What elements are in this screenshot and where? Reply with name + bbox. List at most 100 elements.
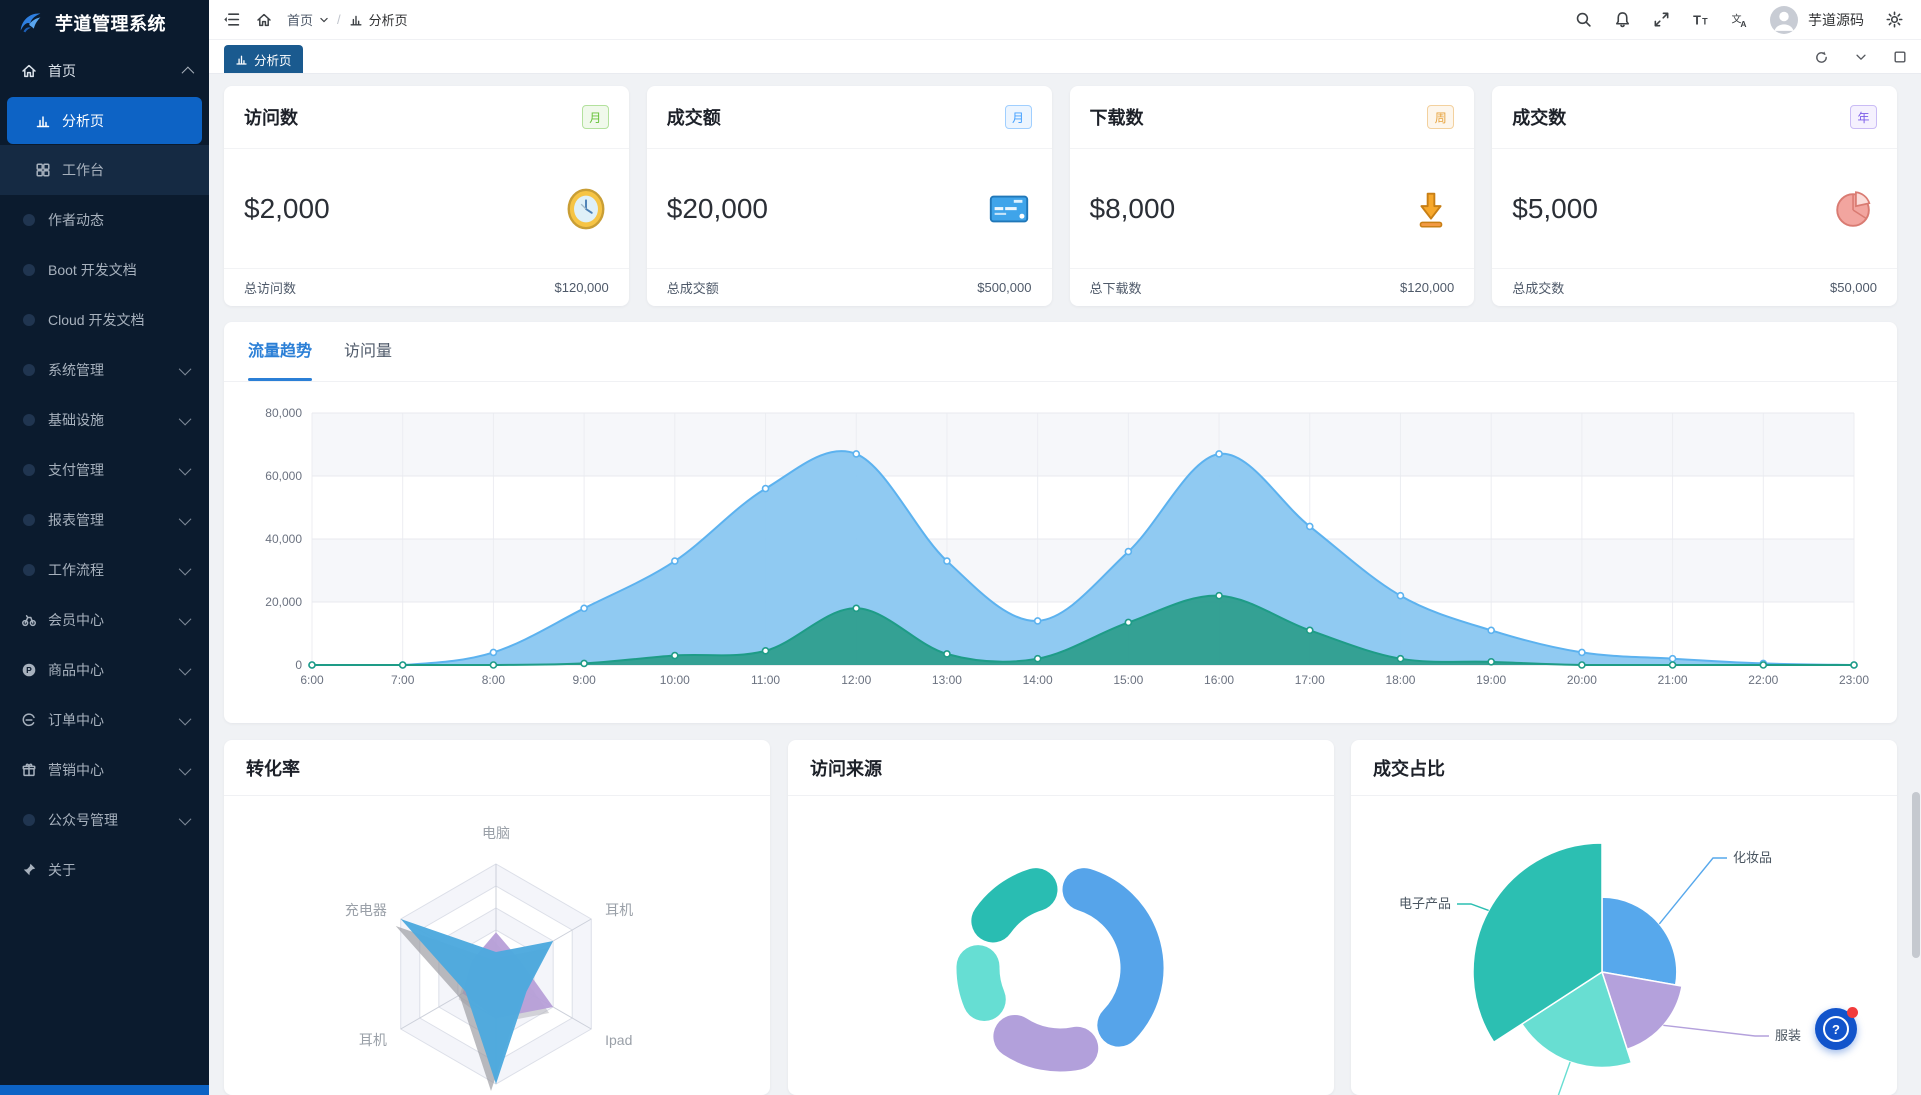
traffic-trend-card: 流量趋势 访问量 80,00060,00040,00020,00006:007:… <box>224 322 1897 723</box>
stat-card-footer-label: 总访问数 <box>244 278 296 297</box>
svg-text:电脑: 电脑 <box>482 825 510 841</box>
sidebar-item-label: Boot 开发文档 <box>48 260 137 280</box>
sidebar-menu: 首页分析页工作台作者动态 Boot 开发文档 Cloud 开发文档系统管理基础设施支… <box>0 46 209 895</box>
sidebar-item-label: 首页 <box>48 61 76 81</box>
sidebar-item-Boot 开发文档[interactable]: Boot 开发文档 <box>0 245 209 295</box>
period-badge: 月 <box>1005 105 1032 129</box>
breadcrumb-current[interactable]: 分析页 <box>369 10 408 29</box>
breadcrumb-home[interactable]: 首页 <box>287 10 313 29</box>
svg-text:充电器: 充电器 <box>345 902 387 918</box>
stat-card-footer-value: $120,000 <box>1400 280 1454 295</box>
period-badge: 月 <box>582 105 609 129</box>
sidebar-item-报表管理[interactable]: 报表管理 <box>0 495 209 545</box>
chevron-down-icon <box>179 812 192 825</box>
tab-visit-volume[interactable]: 访问量 <box>344 322 392 381</box>
chevron-up-icon <box>182 66 195 79</box>
chevron-down-icon <box>179 762 192 775</box>
sidebar-item-Cloud 开发文档[interactable]: Cloud 开发文档 <box>0 295 209 345</box>
sidebar-item-订单中心[interactable]: 订单中心 <box>0 695 209 745</box>
sidebar-collapse-bar[interactable] <box>0 1085 209 1095</box>
visit-source-donut-chart[interactable] <box>788 796 1334 1095</box>
chevron-down-icon <box>179 412 192 425</box>
open-tab-analysis[interactable]: 分析页 <box>224 45 303 73</box>
sidebar-item-基础设施[interactable]: 基础设施 <box>0 395 209 445</box>
notification-dot <box>1847 1007 1858 1018</box>
download-icon <box>1408 186 1454 232</box>
period-badge: 年 <box>1850 105 1877 129</box>
question-mark-icon: ? <box>1823 1016 1849 1042</box>
svg-text:23:00: 23:00 <box>1839 673 1869 687</box>
svg-text:服装: 服装 <box>1775 1028 1801 1043</box>
stat-cards-row: 访问数月$2,000总访问数$120,000成交额月$20,000总成交额$50… <box>224 86 1897 306</box>
topbar-right: TT 文A 芋道源码 <box>1575 6 1921 34</box>
menu-fold-icon[interactable] <box>223 11 240 28</box>
sidebar-item-label: 分析页 <box>62 111 104 131</box>
member-icon <box>20 611 38 629</box>
sidebar-item-系统管理[interactable]: 系统管理 <box>0 345 209 395</box>
stat-card-footer-label: 总成交数 <box>1512 278 1564 297</box>
search-icon[interactable] <box>1575 11 1592 28</box>
dot-icon <box>20 411 38 429</box>
home-icon[interactable] <box>255 11 272 28</box>
workbench-icon <box>34 161 52 179</box>
app-logo[interactable]: 芋道管理系统 <box>0 0 209 46</box>
dot-icon <box>20 361 38 379</box>
svg-text:18:00: 18:00 <box>1385 673 1415 687</box>
topbar: 首页 / 分析页 TT 文A 芋道源码 <box>209 0 1921 40</box>
svg-text:T: T <box>1693 12 1701 27</box>
svg-text:耳机: 耳机 <box>605 902 633 918</box>
font-size-icon[interactable]: TT <box>1692 11 1709 28</box>
svg-text:16:00: 16:00 <box>1204 673 1234 687</box>
sidebar-item-作者动态[interactable]: 作者动态 <box>0 195 209 245</box>
bell-icon[interactable] <box>1614 11 1631 28</box>
sidebar-item-label: 会员中心 <box>48 610 104 630</box>
deal-share-pie-chart[interactable]: 化妆品服装电子产品 <box>1351 796 1897 1095</box>
fullscreen-icon[interactable] <box>1653 11 1670 28</box>
sidebar-item-首页[interactable]: 首页 <box>0 46 209 96</box>
bar-chart-icon <box>235 53 248 66</box>
sidebar-item-分析页[interactable]: 分析页 <box>7 97 202 144</box>
stat-card-成交额: 成交额月$20,000总成交额$500,000 <box>647 86 1052 306</box>
expand-icon[interactable] <box>1892 50 1907 65</box>
conversion-radar-chart[interactable]: 电脑耳机Ipad手机耳机充电器 <box>224 796 770 1095</box>
stat-card-footer-value: $120,000 <box>555 280 609 295</box>
bar-chart-icon <box>349 13 363 27</box>
sidebar-item-会员中心[interactable]: 会员中心 <box>0 595 209 645</box>
scrollbar-thumb[interactable] <box>1912 792 1920 958</box>
sidebar-item-公众号管理[interactable]: 公众号管理 <box>0 795 209 845</box>
help-button[interactable]: ? <box>1815 1008 1857 1050</box>
sidebar-item-商品中心[interactable]: P商品中心 <box>0 645 209 695</box>
svg-text:0: 0 <box>295 658 302 672</box>
sidebar-item-label: 系统管理 <box>48 360 104 380</box>
topbar-left: 首页 / 分析页 <box>209 10 408 29</box>
svg-text:17:00: 17:00 <box>1295 673 1325 687</box>
breadcrumb: 首页 / 分析页 <box>287 10 408 29</box>
visit-source-card: 访问来源 <box>788 740 1334 1095</box>
svg-text:10:00: 10:00 <box>660 673 690 687</box>
tab-traffic-trend[interactable]: 流量趋势 <box>248 322 312 381</box>
refresh-icon[interactable] <box>1814 50 1829 65</box>
svg-text:40,000: 40,000 <box>265 532 302 546</box>
svg-text:22:00: 22:00 <box>1748 673 1778 687</box>
sidebar-item-label: Cloud 开发文档 <box>48 310 144 330</box>
period-badge: 周 <box>1427 105 1454 129</box>
dot-icon <box>20 261 38 279</box>
sidebar-item-工作台[interactable]: 工作台 <box>0 145 209 195</box>
username[interactable]: 芋道源码 <box>1808 10 1864 30</box>
svg-text:Ipad: Ipad <box>605 1032 632 1048</box>
translate-icon[interactable]: 文A <box>1731 11 1748 28</box>
sidebar-item-支付管理[interactable]: 支付管理 <box>0 445 209 495</box>
svg-text:P: P <box>26 665 32 675</box>
product-icon: P <box>20 661 38 679</box>
traffic-trend-chart[interactable]: 80,00060,00040,00020,00006:007:008:009:0… <box>224 382 1897 722</box>
chevron-down-icon <box>179 462 192 475</box>
chevron-down-icon[interactable] <box>1853 50 1868 65</box>
settings-gear-icon[interactable] <box>1886 11 1903 28</box>
sidebar-item-营销中心[interactable]: 营销中心 <box>0 745 209 795</box>
svg-text:电子产品: 电子产品 <box>1399 896 1451 911</box>
avatar[interactable] <box>1770 6 1798 34</box>
svg-text:20:00: 20:00 <box>1567 673 1597 687</box>
stat-card-footer-value: $500,000 <box>977 280 1031 295</box>
sidebar-item-工作流程[interactable]: 工作流程 <box>0 545 209 595</box>
sidebar-item-关于[interactable]: 关于 <box>0 845 209 895</box>
